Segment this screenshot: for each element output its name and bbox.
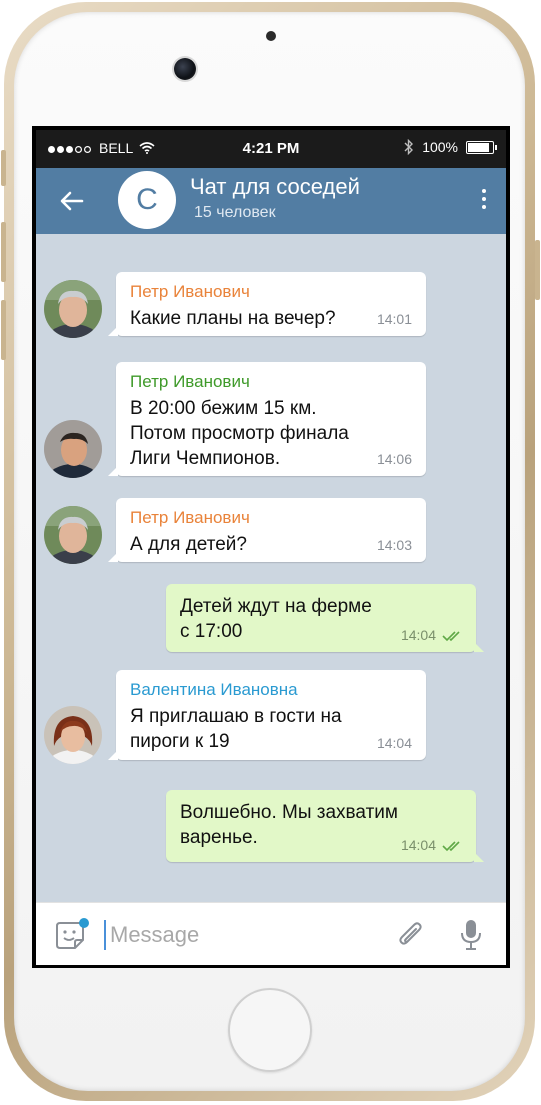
sender-name: Петр Иванович	[130, 508, 250, 527]
volume-up-button	[1, 222, 6, 282]
volume-down-button	[1, 300, 6, 360]
message-text: Какие планы на вечер?	[130, 308, 336, 329]
message-time: 14:06	[376, 451, 412, 467]
message-bubble[interactable]: Петр Иванович В 20:00 бежим 15 км. Потом…	[108, 362, 426, 476]
member-count: 15 человек	[194, 204, 276, 221]
battery-icon	[466, 140, 497, 154]
message-text: А для детей?	[130, 534, 247, 555]
sender-name: Петр Иванович	[130, 372, 250, 391]
more-vertical-icon[interactable]	[480, 189, 488, 213]
paperclip-icon[interactable]	[396, 919, 426, 951]
bluetooth-icon	[404, 139, 414, 155]
message-text: В 20:00 бежим 15 км. Потом просмотр фина…	[130, 398, 349, 469]
speaker-dot	[266, 31, 276, 41]
message-bubble-outgoing[interactable]: Волшебно. Мы захватим варенье. 14:04	[166, 790, 484, 862]
avatar-valentina[interactable]	[44, 706, 102, 764]
message-time: 14:04	[400, 837, 436, 853]
message-time: 14:01	[376, 311, 412, 327]
message-input[interactable]	[108, 915, 392, 955]
text-cursor	[104, 920, 106, 950]
sender-name: Петр Иванович	[130, 282, 250, 301]
status-bar: BELL 4:21 PM 100%	[36, 130, 506, 168]
message-composer	[36, 902, 506, 965]
message-time: 14:04	[376, 735, 412, 751]
battery-fill	[468, 142, 489, 152]
group-avatar[interactable]: С	[118, 171, 176, 229]
power-button	[535, 240, 540, 300]
arrow-left-icon[interactable]	[58, 187, 86, 215]
chat-title[interactable]: Чат для соседей	[190, 174, 360, 200]
avatar-petr-2[interactable]	[44, 420, 102, 478]
chat-header: С Чат для соседей 15 человек	[36, 168, 506, 234]
avatar-petr[interactable]	[44, 280, 102, 338]
message-list[interactable]: Петр Иванович Какие планы на вечер? 14:0…	[36, 234, 506, 902]
sender-name: Валентина Ивановна	[130, 680, 298, 699]
battery-label: 100%	[422, 139, 458, 155]
message-bubble[interactable]: Петр Иванович А для детей? 14:03	[108, 498, 426, 562]
home-button[interactable]	[228, 988, 312, 1072]
front-camera	[174, 58, 196, 80]
silent-switch	[1, 150, 6, 186]
double-check-icon	[442, 841, 460, 852]
message-bubble[interactable]: Валентина Ивановна Я приглашаю в гости н…	[108, 670, 426, 760]
double-check-icon	[442, 631, 460, 642]
microphone-icon[interactable]	[460, 919, 482, 951]
message-text: Я приглашаю в гости на пироги к 19	[130, 706, 342, 752]
message-time: 14:03	[376, 537, 412, 553]
message-bubble[interactable]: Петр Иванович Какие планы на вечер? 14:0…	[108, 272, 426, 336]
avatar-petr-3[interactable]	[44, 506, 102, 564]
message-bubble-outgoing[interactable]: Детей ждут на ферме с 17:00 14:04	[166, 584, 484, 652]
status-right: 100%	[404, 139, 497, 155]
message-time: 14:04	[400, 627, 436, 643]
sticker-smile-icon[interactable]	[54, 918, 90, 952]
screen: BELL 4:21 PM 100% С Чат для соседей 15 ч…	[32, 126, 510, 968]
